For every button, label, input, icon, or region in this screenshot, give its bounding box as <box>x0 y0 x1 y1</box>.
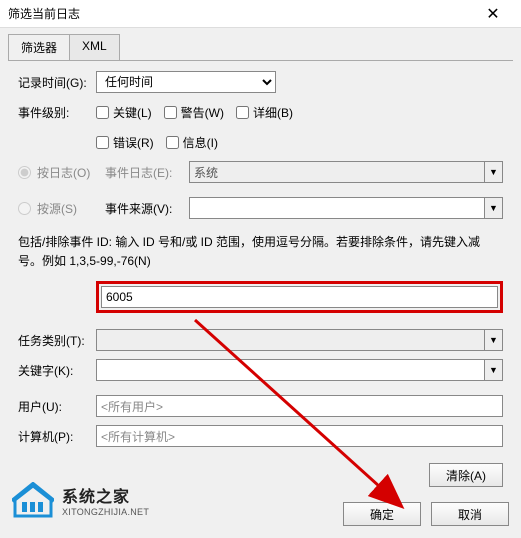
id-instructions: 包括/排除事件 ID: 输入 ID 号和/或 ID 范围，使用逗号分隔。若要排除… <box>18 233 503 271</box>
radio-by-log <box>18 166 31 179</box>
logged-dropdown[interactable]: 任何时间 <box>96 71 276 93</box>
label-by-log: 按日志(O) <box>37 164 99 181</box>
chk-verbose-label: 详细(B) <box>253 104 293 121</box>
label-keyword: 关键字(K): <box>18 362 96 379</box>
task-input <box>96 329 485 351</box>
label-by-source: 按源(S) <box>37 200 99 217</box>
task-drop-icon: ▼ <box>485 329 503 351</box>
watermark-logo: 系统之家 XITONGZHIJIA.NET <box>12 482 149 518</box>
close-icon[interactable]: ✕ <box>473 4 513 24</box>
clear-button[interactable]: 清除(A) <box>429 463 503 487</box>
keyword-drop-icon[interactable]: ▼ <box>485 359 503 381</box>
label-user: 用户(U): <box>18 398 96 415</box>
chk-error[interactable] <box>96 136 109 149</box>
chk-info[interactable] <box>166 136 179 149</box>
house-icon <box>12 482 54 518</box>
chk-info-label: 信息(I) <box>183 134 218 151</box>
keyword-input[interactable] <box>96 359 485 381</box>
chk-warning[interactable] <box>164 106 177 119</box>
event-source-drop-icon[interactable]: ▼ <box>485 197 503 219</box>
label-computer: 计算机(P): <box>18 428 96 445</box>
logo-text-cn: 系统之家 <box>62 483 149 507</box>
event-source-input[interactable] <box>189 197 485 219</box>
chk-warning-label: 警告(W) <box>181 104 224 121</box>
computer-input[interactable] <box>96 425 503 447</box>
tab-filter[interactable]: 筛选器 <box>8 34 70 60</box>
user-input[interactable] <box>96 395 503 417</box>
window-title: 筛选当前日志 <box>8 5 473 22</box>
chk-verbose[interactable] <box>236 106 249 119</box>
label-event-source: 事件来源(V): <box>105 200 183 217</box>
label-logged: 记录时间(G): <box>18 74 96 91</box>
ok-button[interactable]: 确定 <box>343 502 421 526</box>
event-id-highlight <box>96 281 503 313</box>
event-id-input[interactable] <box>101 286 498 308</box>
chk-error-label: 错误(R) <box>113 134 154 151</box>
tab-xml[interactable]: XML <box>69 34 120 60</box>
chk-critical-label: 关键(L) <box>113 104 152 121</box>
label-task: 任务类别(T): <box>18 332 96 349</box>
logo-text-en: XITONGZHIJIA.NET <box>62 507 149 517</box>
cancel-button[interactable]: 取消 <box>431 502 509 526</box>
radio-by-source <box>18 202 31 215</box>
chk-critical[interactable] <box>96 106 109 119</box>
event-log-input <box>189 161 485 183</box>
label-event-log: 事件日志(E): <box>105 164 183 181</box>
event-log-drop-icon: ▼ <box>485 161 503 183</box>
label-level: 事件级别: <box>18 104 96 121</box>
